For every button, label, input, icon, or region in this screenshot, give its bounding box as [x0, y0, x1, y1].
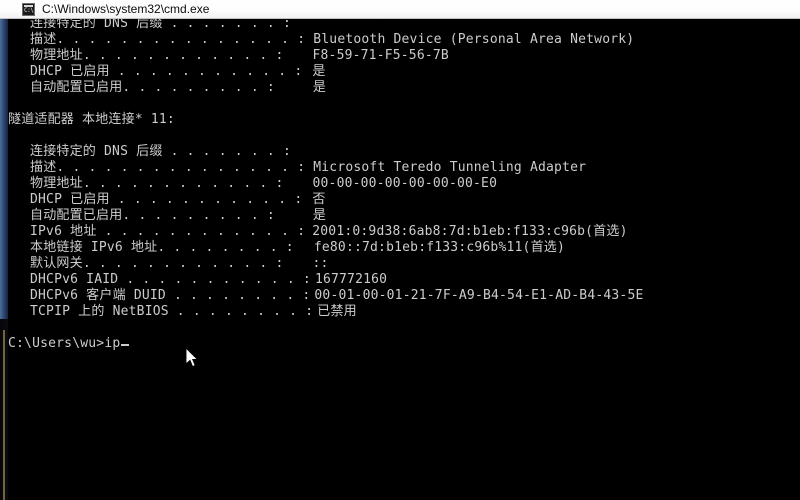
detail-label: 连接特定的 DNS 后缀	[30, 144, 163, 159]
dot-leader: . . . . . . . . :	[168, 304, 314, 319]
dot-leader: . . . . . . . . . . . . :	[96, 224, 306, 239]
detail-label: 本地链接 IPv6 地址	[30, 240, 158, 255]
detail-label: 物理地址	[30, 176, 83, 191]
text-cursor	[121, 344, 130, 346]
cmd-icon: C:\	[22, 2, 35, 16]
window-border-accent	[3, 330, 5, 500]
detail-row: 本地链接 IPv6 地址. . . . . . . . : fe80::7d:b1…	[30, 240, 565, 256]
adapter-heading: 隧道适配器 本地连接* 11:	[8, 112, 175, 128]
detail-row: 物理地址. . . . . . . . . . . . : F8-59-71-F5…	[30, 48, 449, 64]
detail-row: IPv6 地址 . . . . . . . . . . . . : 2001:0:…	[30, 224, 628, 240]
detail-row: 连接特定的 DNS 后缀 . . . . . . . :	[30, 144, 313, 160]
detail-label: TCPIP 上的 NetBIOS	[30, 304, 169, 319]
detail-label: 自动配置已启用	[30, 208, 123, 223]
dot-leader: . . . . . . . . . :	[122, 208, 275, 223]
detail-row: DHCPv6 IAID . . . . . . . . . . . :16777…	[30, 272, 387, 288]
dot-leader: . . . . . . . :	[162, 144, 291, 159]
detail-value: 167772160	[314, 272, 388, 287]
typed-command: ip	[104, 336, 121, 351]
detail-row: 自动配置已启用. . . . . . . . . : 是	[30, 208, 326, 224]
window-border-left-upper	[0, 19, 8, 319]
dot-leader: . . . . . . . . :	[165, 288, 311, 303]
detail-label: DHCP 已启用	[30, 192, 110, 207]
console-output-area[interactable]: 连接特定的 DNS 后缀 . . . . . . . : 描述. . . . . …	[8, 19, 800, 500]
dot-leader: . . . . . . . :	[162, 19, 291, 31]
detail-value: 否	[312, 192, 326, 207]
detail-value: fe80::7d:b1eb:f133:c96b%11(首选)	[313, 240, 565, 255]
dot-leader: . . . . . . . . . . . :	[118, 272, 311, 287]
detail-value: 2001:0:9d38:6ab8:7d:b1eb:f133:c96b(首选)	[312, 224, 628, 239]
dot-leader: . . . . . . . . . . . . :	[82, 176, 284, 191]
detail-row: DHCP 已启用 . . . . . . . . . . . : 是	[30, 64, 326, 80]
detail-row: 描述. . . . . . . . . . . . . . . : Microso…	[30, 160, 586, 176]
detail-label: IPv6 地址	[30, 224, 97, 239]
dot-leader: . . . . . . . . . . . :	[109, 192, 303, 207]
detail-label: DHCPv6 IAID	[30, 272, 119, 287]
cmd-window: C:\ C:\Windows\system32\cmd.exe 连接特定的 DN…	[0, 0, 800, 500]
detail-row: 描述. . . . . . . . . . . . . . . : Bluetoo…	[30, 32, 634, 48]
detail-row: TCPIP 上的 NetBIOS . . . . . . . . : 已禁用	[30, 304, 357, 320]
prompt-path: C:\Users\wu>	[8, 336, 105, 351]
detail-label: 自动配置已启用	[30, 80, 123, 95]
detail-label: 连接特定的 DNS 后缀	[30, 19, 163, 31]
detail-label: DHCP 已启用	[30, 64, 110, 79]
dot-leader: . . . . . . . . . . . . :	[82, 256, 284, 271]
detail-value: ::	[312, 256, 329, 271]
detail-label: 物理地址	[30, 48, 83, 63]
dot-leader: . . . . . . . . . . . :	[109, 64, 303, 79]
detail-row: 物理地址. . . . . . . . . . . . : 00-00-00-00…	[30, 176, 497, 192]
detail-value: 是	[312, 80, 327, 95]
detail-value: Bluetooth Device (Personal Area Network)	[313, 32, 635, 47]
dot-leader: . . . . . . . . . :	[122, 80, 275, 95]
cmd-icon-prompt-glyph: C:\	[24, 6, 34, 14]
detail-row: 连接特定的 DNS 后缀 . . . . . . . :	[30, 19, 313, 32]
detail-value: 00-00-00-00-00-00-00-E0	[312, 176, 498, 191]
detail-value: 是	[312, 208, 327, 223]
detail-label: 描述	[30, 160, 57, 175]
detail-label: 默认网关	[30, 256, 83, 271]
detail-value: Microsoft Teredo Tunneling Adapter	[313, 160, 587, 175]
window-titlebar[interactable]: C:\ C:\Windows\system32\cmd.exe	[0, 0, 800, 19]
detail-value: 已禁用	[317, 304, 357, 319]
detail-value: F8-59-71-F5-56-7B	[312, 48, 449, 63]
dot-leader: . . . . . . . . . . . . . . . :	[56, 160, 306, 175]
dot-leader: . . . . . . . . :	[157, 240, 294, 255]
detail-label: 描述	[30, 32, 57, 47]
dot-leader: . . . . . . . . . . . . :	[82, 48, 284, 63]
detail-row: 默认网关. . . . . . . . . . . . :::	[30, 256, 329, 272]
dot-leader: . . . . . . . . . . . . . . . :	[56, 32, 306, 47]
detail-row: DHCP 已启用 . . . . . . . . . . . : 否	[30, 192, 326, 208]
command-prompt-line[interactable]: C:\Users\wu>ip	[8, 336, 130, 352]
detail-value: 是	[312, 64, 326, 79]
detail-value: 00-01-00-01-21-7F-A9-B4-54-E1-AD-B4-43-5…	[314, 288, 644, 303]
window-title: C:\Windows\system32\cmd.exe	[42, 2, 210, 16]
detail-row: DHCPv6 客户端 DUID . . . . . . . . :00-01-0…	[30, 288, 644, 304]
detail-row: 自动配置已启用. . . . . . . . . : 是	[30, 80, 326, 96]
detail-label: DHCPv6 客户端 DUID	[30, 288, 166, 303]
adapter-heading-text: 隧道适配器 本地连接* 11:	[8, 112, 175, 127]
